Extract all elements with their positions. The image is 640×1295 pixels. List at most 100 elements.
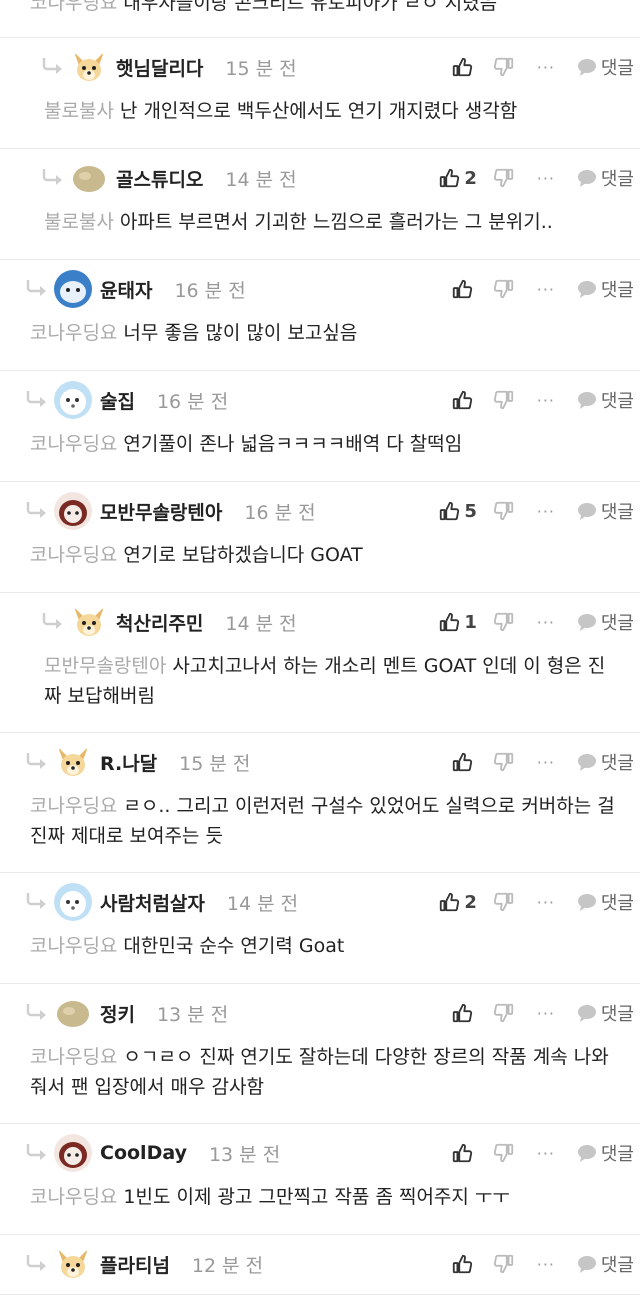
comment-author[interactable]: 플라티넘 <box>100 1251 170 1278</box>
mention[interactable]: 코나우딩요 <box>30 322 117 344</box>
reply-arrow-icon <box>24 1000 50 1026</box>
comment-author[interactable]: CoolDay <box>100 1142 187 1164</box>
like-button[interactable]: 1 <box>427 611 477 633</box>
dislike-button[interactable] <box>485 389 523 411</box>
dislike-button[interactable] <box>485 167 523 189</box>
like-count: 1 <box>464 611 477 633</box>
comment-body: 불로불사 난 개인적으로 백두산에서도 연기 개지렸다 생각함 <box>14 96 640 144</box>
more-options-button[interactable]: ··· <box>529 502 563 521</box>
like-button[interactable]: 2 <box>427 891 477 913</box>
comment-bubble-icon <box>577 753 597 771</box>
comment-text: 난 개인적으로 백두산에서도 연기 개지렸다 생각함 <box>119 100 518 122</box>
reply-button[interactable]: 댓글 <box>577 1251 634 1277</box>
comment-header: 사람처럼살자 14 분 전 2 ··· 댓글 <box>0 873 640 931</box>
avatar[interactable] <box>54 1245 92 1283</box>
dislike-button[interactable] <box>485 500 523 522</box>
reply-label: 댓글 <box>600 1255 634 1276</box>
dislike-button[interactable] <box>485 1142 523 1164</box>
more-options-button[interactable]: ··· <box>529 169 563 188</box>
mention[interactable]: 코나우딩요 <box>30 544 117 566</box>
more-options-button[interactable]: ··· <box>529 58 563 77</box>
reply-button[interactable]: 댓글 <box>577 165 634 191</box>
mention[interactable]: 코나우딩요 <box>30 1046 117 1068</box>
comment-actions: 2 ··· 댓글 <box>427 873 634 931</box>
comment-text: 대한민국 순수 연기력 Goat <box>123 935 345 957</box>
comment-bubble-icon <box>577 391 597 409</box>
comment-actions: ··· 댓글 <box>427 1124 634 1182</box>
avatar[interactable] <box>54 381 92 419</box>
comment-author[interactable]: 모반무솔랑텐아 <box>100 498 222 525</box>
reply-label: 댓글 <box>600 502 634 523</box>
dislike-button[interactable] <box>485 278 523 300</box>
avatar[interactable] <box>70 48 108 86</box>
mention[interactable]: 코나우딩요 <box>30 433 117 455</box>
like-button[interactable] <box>427 751 477 773</box>
reply-label: 댓글 <box>600 753 634 774</box>
like-button[interactable] <box>427 278 477 300</box>
reply-button[interactable]: 댓글 <box>577 609 634 635</box>
reply-button[interactable]: 댓글 <box>577 889 634 915</box>
like-button[interactable] <box>427 1002 477 1024</box>
comment-author[interactable]: 골스튜디오 <box>116 165 203 192</box>
mention[interactable]: 불로불사 <box>44 211 114 233</box>
avatar[interactable] <box>54 492 92 530</box>
avatar[interactable] <box>54 883 92 921</box>
mention[interactable]: 코나우딩요 <box>30 1186 117 1208</box>
comment-actions: 5 ··· 댓글 <box>427 482 634 540</box>
dislike-button[interactable] <box>485 1002 523 1024</box>
reply-button[interactable]: 댓글 <box>577 749 634 775</box>
more-options-button[interactable]: ··· <box>529 1004 563 1023</box>
reply-label: 댓글 <box>600 391 634 412</box>
like-button[interactable] <box>427 1253 477 1275</box>
more-options-button[interactable]: ··· <box>529 280 563 299</box>
comment-author[interactable]: R.나달 <box>100 749 157 776</box>
like-button[interactable] <box>427 56 477 78</box>
mention[interactable]: 불로불사 <box>44 100 114 122</box>
reply-button[interactable]: 댓글 <box>577 1140 634 1166</box>
avatar[interactable] <box>70 603 108 641</box>
avatar[interactable] <box>70 159 108 197</box>
reply-button[interactable]: 댓글 <box>577 498 634 524</box>
more-options-button[interactable]: ··· <box>529 613 563 632</box>
comment-author[interactable]: 사람처럼살자 <box>100 889 205 916</box>
reply-button[interactable]: 댓글 <box>577 54 634 80</box>
avatar[interactable] <box>54 743 92 781</box>
comment-author[interactable]: 척산리주민 <box>116 609 203 636</box>
more-options-button[interactable]: ··· <box>529 893 563 912</box>
comment-body: 불로불사 아파트 부르면서 기괴한 느낌으로 흘러가는 그 분위기.. <box>14 207 640 255</box>
more-options-button[interactable]: ··· <box>529 1255 563 1274</box>
reply-arrow-icon <box>40 609 66 635</box>
dislike-button[interactable] <box>485 611 523 633</box>
reply-label: 댓글 <box>600 58 634 79</box>
mention[interactable]: 코나우딩요 <box>30 935 117 957</box>
like-button[interactable]: 2 <box>427 167 477 189</box>
like-button[interactable] <box>427 1142 477 1164</box>
avatar[interactable] <box>54 270 92 308</box>
like-button[interactable]: 5 <box>427 500 477 522</box>
comment-author[interactable]: 햇님달리다 <box>116 54 203 81</box>
avatar[interactable] <box>54 994 92 1032</box>
comment-author[interactable]: 윤태자 <box>100 276 152 303</box>
comment-author[interactable]: 술집 <box>100 387 135 414</box>
comment-item: 술집 16 분 전 ··· 댓글 코나우딩요 연기풀이 존나 넓음ㅋㅋㅋㅋ배역 다 찰떡임 <box>0 371 640 482</box>
mention[interactable]: 모반무솔랑텐아 <box>44 655 166 677</box>
reply-button[interactable]: 댓글 <box>577 276 634 302</box>
mention[interactable]: 코나우딩요 <box>30 0 117 14</box>
dislike-button[interactable] <box>485 891 523 913</box>
comment-author[interactable]: 정키 <box>100 1000 135 1027</box>
like-button[interactable] <box>427 389 477 411</box>
more-options-button[interactable]: ··· <box>529 753 563 772</box>
avatar[interactable] <box>54 1134 92 1172</box>
dislike-button[interactable] <box>485 751 523 773</box>
comment-item: 정키 13 분 전 ··· 댓글 코나우딩요 ㅇㄱㄹㅇ 진짜 연기도 잘하는데 다양한 장… <box>0 984 640 1124</box>
mention[interactable]: 코나우딩요 <box>30 795 117 817</box>
more-options-button[interactable]: ··· <box>529 1144 563 1163</box>
reply-button[interactable]: 댓글 <box>577 387 634 413</box>
more-options-button[interactable]: ··· <box>529 391 563 410</box>
reply-button[interactable]: 댓글 <box>577 1000 634 1026</box>
comment-time: 13 분 전 <box>208 1143 281 1166</box>
dislike-button[interactable] <box>485 56 523 78</box>
comment-body: 코나우딩요 ㅇㄱㄹㅇ 진짜 연기도 잘하는데 다양한 장르의 작품 계속 나와줘서… <box>0 1042 640 1120</box>
comment-text: 아파트 부르면서 기괴한 느낌으로 흘러가는 그 분위기.. <box>119 211 553 233</box>
dislike-button[interactable] <box>485 1253 523 1275</box>
